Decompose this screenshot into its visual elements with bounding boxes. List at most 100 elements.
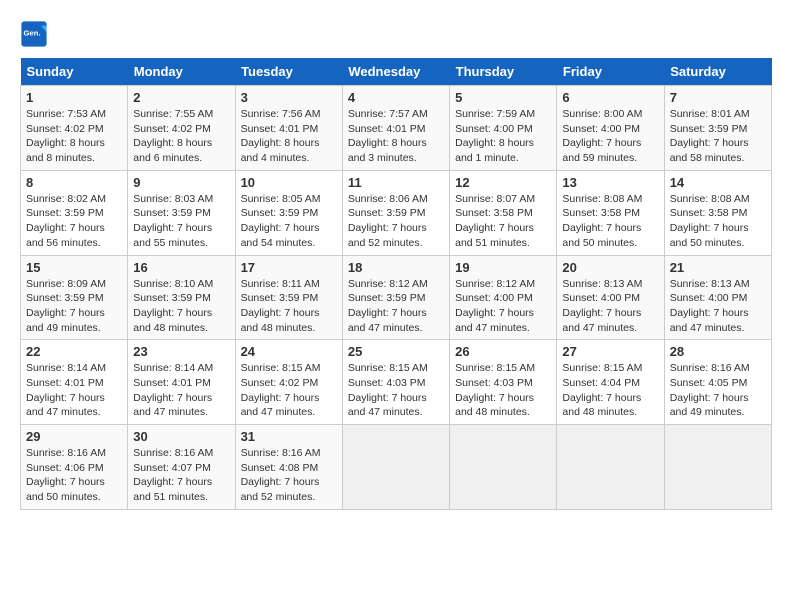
calendar-cell: 10 Sunrise: 8:05 AMSunset: 3:59 PMDaylig… [235, 170, 342, 255]
calendar-cell [342, 425, 449, 510]
day-number: 24 [241, 344, 337, 359]
day-number: 8 [26, 175, 122, 190]
calendar-cell: 30 Sunrise: 8:16 AMSunset: 4:07 PMDaylig… [128, 425, 235, 510]
day-detail: Sunrise: 8:08 AMSunset: 3:58 PMDaylight:… [670, 193, 750, 249]
weekday-header-tuesday: Tuesday [235, 58, 342, 86]
calendar-cell: 12 Sunrise: 8:07 AMSunset: 3:58 PMDaylig… [450, 170, 557, 255]
day-detail: Sunrise: 7:56 AMSunset: 4:01 PMDaylight:… [241, 108, 321, 164]
calendar-cell: 18 Sunrise: 8:12 AMSunset: 3:59 PMDaylig… [342, 255, 449, 340]
calendar-cell: 7 Sunrise: 8:01 AMSunset: 3:59 PMDayligh… [664, 86, 771, 171]
day-detail: Sunrise: 8:05 AMSunset: 3:59 PMDaylight:… [241, 193, 321, 249]
day-detail: Sunrise: 8:11 AMSunset: 3:59 PMDaylight:… [241, 278, 320, 334]
day-detail: Sunrise: 8:14 AMSunset: 4:01 PMDaylight:… [26, 362, 106, 418]
day-number: 13 [562, 175, 658, 190]
day-detail: Sunrise: 8:15 AMSunset: 4:02 PMDaylight:… [241, 362, 321, 418]
day-detail: Sunrise: 8:15 AMSunset: 4:03 PMDaylight:… [455, 362, 535, 418]
day-number: 16 [133, 260, 229, 275]
day-number: 28 [670, 344, 766, 359]
day-detail: Sunrise: 8:16 AMSunset: 4:06 PMDaylight:… [26, 447, 106, 503]
day-number: 18 [348, 260, 444, 275]
calendar-week-5: 29 Sunrise: 8:16 AMSunset: 4:06 PMDaylig… [21, 425, 772, 510]
day-detail: Sunrise: 8:06 AMSunset: 3:59 PMDaylight:… [348, 193, 428, 249]
calendar-cell: 20 Sunrise: 8:13 AMSunset: 4:00 PMDaylig… [557, 255, 664, 340]
calendar-cell: 2 Sunrise: 7:55 AMSunset: 4:02 PMDayligh… [128, 86, 235, 171]
calendar-cell: 31 Sunrise: 8:16 AMSunset: 4:08 PMDaylig… [235, 425, 342, 510]
calendar-table: SundayMondayTuesdayWednesdayThursdayFrid… [20, 58, 772, 510]
calendar-cell: 9 Sunrise: 8:03 AMSunset: 3:59 PMDayligh… [128, 170, 235, 255]
day-number: 19 [455, 260, 551, 275]
weekday-header-wednesday: Wednesday [342, 58, 449, 86]
day-number: 26 [455, 344, 551, 359]
day-number: 29 [26, 429, 122, 444]
day-number: 20 [562, 260, 658, 275]
day-detail: Sunrise: 8:02 AMSunset: 3:59 PMDaylight:… [26, 193, 106, 249]
calendar-cell: 19 Sunrise: 8:12 AMSunset: 4:00 PMDaylig… [450, 255, 557, 340]
calendar-cell [557, 425, 664, 510]
day-detail: Sunrise: 8:08 AMSunset: 3:58 PMDaylight:… [562, 193, 642, 249]
day-number: 2 [133, 90, 229, 105]
day-detail: Sunrise: 8:15 AMSunset: 4:03 PMDaylight:… [348, 362, 428, 418]
day-number: 12 [455, 175, 551, 190]
day-detail: Sunrise: 8:01 AMSunset: 3:59 PMDaylight:… [670, 108, 750, 164]
day-number: 7 [670, 90, 766, 105]
weekday-header-saturday: Saturday [664, 58, 771, 86]
day-detail: Sunrise: 8:12 AMSunset: 3:59 PMDaylight:… [348, 278, 428, 334]
calendar-week-3: 15 Sunrise: 8:09 AMSunset: 3:59 PMDaylig… [21, 255, 772, 340]
calendar-cell: 15 Sunrise: 8:09 AMSunset: 3:59 PMDaylig… [21, 255, 128, 340]
day-detail: Sunrise: 8:16 AMSunset: 4:05 PMDaylight:… [670, 362, 750, 418]
day-detail: Sunrise: 8:13 AMSunset: 4:00 PMDaylight:… [670, 278, 750, 334]
calendar-cell: 8 Sunrise: 8:02 AMSunset: 3:59 PMDayligh… [21, 170, 128, 255]
calendar-cell: 4 Sunrise: 7:57 AMSunset: 4:01 PMDayligh… [342, 86, 449, 171]
day-number: 1 [26, 90, 122, 105]
calendar-week-2: 8 Sunrise: 8:02 AMSunset: 3:59 PMDayligh… [21, 170, 772, 255]
day-detail: Sunrise: 7:53 AMSunset: 4:02 PMDaylight:… [26, 108, 106, 164]
calendar-cell: 11 Sunrise: 8:06 AMSunset: 3:59 PMDaylig… [342, 170, 449, 255]
weekday-header-sunday: Sunday [21, 58, 128, 86]
day-detail: Sunrise: 8:00 AMSunset: 4:00 PMDaylight:… [562, 108, 642, 164]
weekday-header-monday: Monday [128, 58, 235, 86]
calendar-cell: 24 Sunrise: 8:15 AMSunset: 4:02 PMDaylig… [235, 340, 342, 425]
calendar-cell: 22 Sunrise: 8:14 AMSunset: 4:01 PMDaylig… [21, 340, 128, 425]
calendar-cell: 21 Sunrise: 8:13 AMSunset: 4:00 PMDaylig… [664, 255, 771, 340]
calendar-cell: 23 Sunrise: 8:14 AMSunset: 4:01 PMDaylig… [128, 340, 235, 425]
calendar-cell: 27 Sunrise: 8:15 AMSunset: 4:04 PMDaylig… [557, 340, 664, 425]
calendar-cell: 1 Sunrise: 7:53 AMSunset: 4:02 PMDayligh… [21, 86, 128, 171]
logo-icon: Gen. [20, 20, 48, 48]
day-detail: Sunrise: 7:55 AMSunset: 4:02 PMDaylight:… [133, 108, 213, 164]
calendar-cell: 17 Sunrise: 8:11 AMSunset: 3:59 PMDaylig… [235, 255, 342, 340]
calendar-cell: 13 Sunrise: 8:08 AMSunset: 3:58 PMDaylig… [557, 170, 664, 255]
day-number: 6 [562, 90, 658, 105]
calendar-cell [450, 425, 557, 510]
day-detail: Sunrise: 8:16 AMSunset: 4:08 PMDaylight:… [241, 447, 321, 503]
day-number: 21 [670, 260, 766, 275]
day-detail: Sunrise: 8:14 AMSunset: 4:01 PMDaylight:… [133, 362, 213, 418]
day-number: 14 [670, 175, 766, 190]
day-detail: Sunrise: 8:03 AMSunset: 3:59 PMDaylight:… [133, 193, 213, 249]
day-detail: Sunrise: 7:57 AMSunset: 4:01 PMDaylight:… [348, 108, 428, 164]
day-detail: Sunrise: 8:09 AMSunset: 3:59 PMDaylight:… [26, 278, 106, 334]
day-number: 22 [26, 344, 122, 359]
day-detail: Sunrise: 8:12 AMSunset: 4:00 PMDaylight:… [455, 278, 535, 334]
weekday-header-thursday: Thursday [450, 58, 557, 86]
calendar-cell: 28 Sunrise: 8:16 AMSunset: 4:05 PMDaylig… [664, 340, 771, 425]
day-number: 30 [133, 429, 229, 444]
svg-text:Gen.: Gen. [24, 28, 41, 37]
day-number: 11 [348, 175, 444, 190]
day-number: 3 [241, 90, 337, 105]
day-detail: Sunrise: 8:16 AMSunset: 4:07 PMDaylight:… [133, 447, 213, 503]
day-number: 15 [26, 260, 122, 275]
day-detail: Sunrise: 7:59 AMSunset: 4:00 PMDaylight:… [455, 108, 535, 164]
day-number: 31 [241, 429, 337, 444]
logo: Gen. [20, 20, 52, 48]
calendar-cell [664, 425, 771, 510]
day-detail: Sunrise: 8:10 AMSunset: 3:59 PMDaylight:… [133, 278, 213, 334]
calendar-cell: 14 Sunrise: 8:08 AMSunset: 3:58 PMDaylig… [664, 170, 771, 255]
day-detail: Sunrise: 8:13 AMSunset: 4:00 PMDaylight:… [562, 278, 642, 334]
day-number: 23 [133, 344, 229, 359]
day-number: 10 [241, 175, 337, 190]
calendar-cell: 3 Sunrise: 7:56 AMSunset: 4:01 PMDayligh… [235, 86, 342, 171]
calendar-cell: 5 Sunrise: 7:59 AMSunset: 4:00 PMDayligh… [450, 86, 557, 171]
calendar-cell: 26 Sunrise: 8:15 AMSunset: 4:03 PMDaylig… [450, 340, 557, 425]
day-number: 5 [455, 90, 551, 105]
weekday-header-friday: Friday [557, 58, 664, 86]
